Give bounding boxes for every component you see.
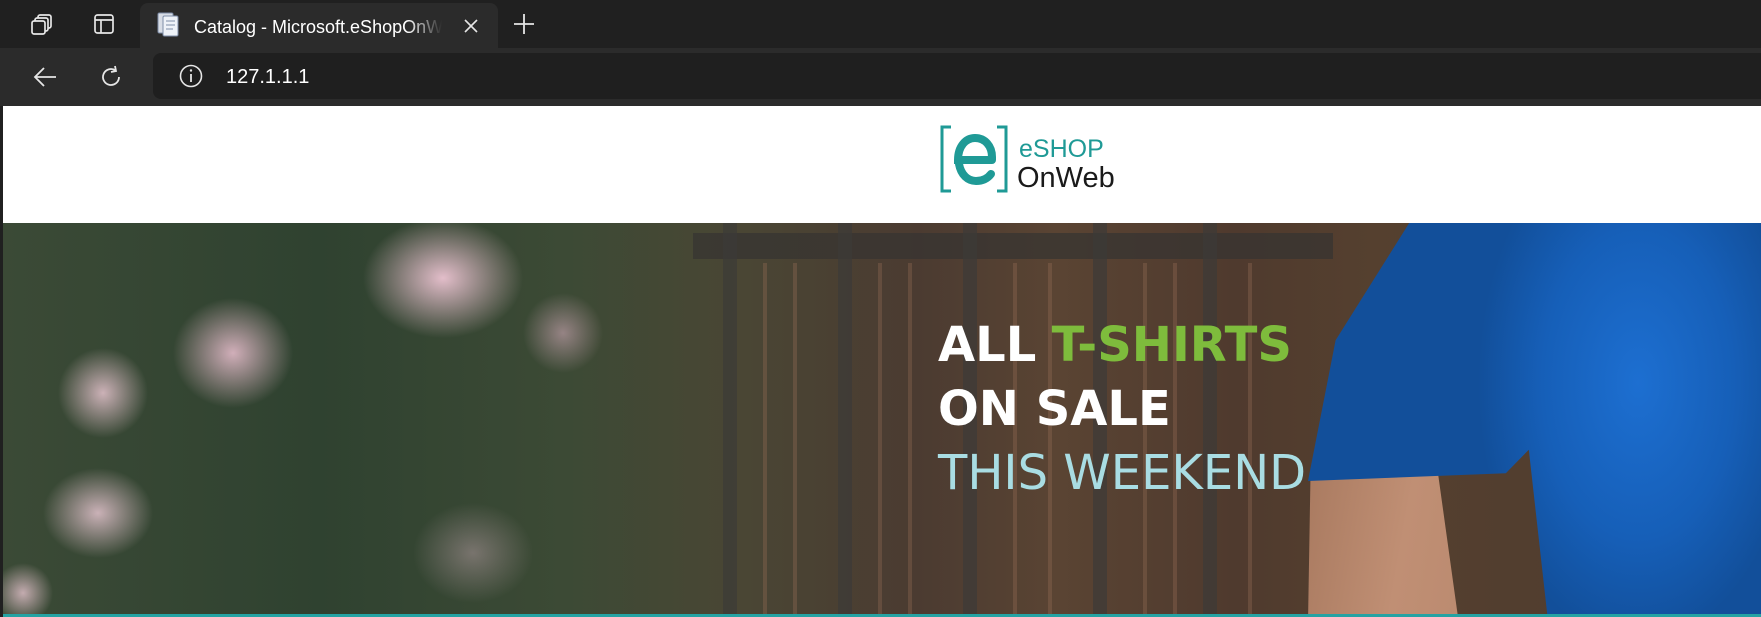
close-icon bbox=[464, 19, 478, 33]
headline-this-weekend: THIS WEEKEND bbox=[938, 445, 1307, 501]
tab-catalog[interactable]: Catalog - Microsoft.eShopOnWeb bbox=[140, 3, 498, 48]
headline-t-shirts: T-SHIRTS bbox=[1051, 317, 1292, 373]
url-text[interactable]: 127.1.1.1 bbox=[226, 66, 309, 88]
back-button[interactable] bbox=[27, 59, 63, 95]
reload-icon bbox=[102, 65, 120, 86]
logo-text-eshop: eSHOP bbox=[1019, 135, 1104, 163]
close-tab-button[interactable] bbox=[458, 13, 484, 39]
fence-reed bbox=[763, 263, 767, 614]
logo-text-onweb: OnWeb bbox=[1017, 162, 1115, 194]
workspaces-button[interactable] bbox=[24, 6, 60, 42]
browser-toolbar: 127.1.1.1 bbox=[0, 48, 1761, 106]
fence-post bbox=[838, 223, 852, 614]
fence-reed bbox=[878, 263, 882, 614]
tab-actions-icon bbox=[94, 14, 114, 34]
sale-headline: ALL T-SHIRTS ON SALE THIS WEEKEND bbox=[938, 313, 1306, 505]
info-icon[interactable] bbox=[178, 63, 204, 89]
logo-mark-icon bbox=[940, 125, 1008, 193]
fence-reed bbox=[793, 263, 797, 614]
fence-rail bbox=[693, 233, 1333, 259]
headline-on-sale: ON SALE bbox=[938, 381, 1171, 437]
new-tab-button[interactable] bbox=[506, 6, 542, 42]
page-favicon-icon bbox=[157, 12, 179, 37]
tab-actions-button[interactable] bbox=[86, 6, 122, 42]
tab-title: Catalog - Microsoft.eShopOnWeb bbox=[194, 17, 442, 37]
tab-strip: Catalog - Microsoft.eShopOnWeb bbox=[0, 0, 1761, 48]
fence-post bbox=[723, 223, 737, 614]
address-bar[interactable]: 127.1.1.1 bbox=[153, 53, 1761, 99]
plus-icon bbox=[514, 14, 534, 34]
reload-button[interactable] bbox=[93, 59, 129, 95]
eshop-logo[interactable]: eSHOP OnWeb bbox=[939, 124, 1139, 206]
headline-all: ALL bbox=[938, 317, 1037, 373]
hero-banner: ALL T-SHIRTS ON SALE THIS WEEKEND bbox=[3, 223, 1761, 614]
back-arrow-icon bbox=[33, 67, 56, 87]
workspaces-icon bbox=[31, 14, 52, 35]
site-header: eSHOP OnWeb bbox=[3, 106, 1761, 223]
fence-reed bbox=[908, 263, 912, 614]
web-page: eSHOP OnWeb ALL T-SHIRTS ON SALE THIS WE… bbox=[3, 106, 1761, 617]
